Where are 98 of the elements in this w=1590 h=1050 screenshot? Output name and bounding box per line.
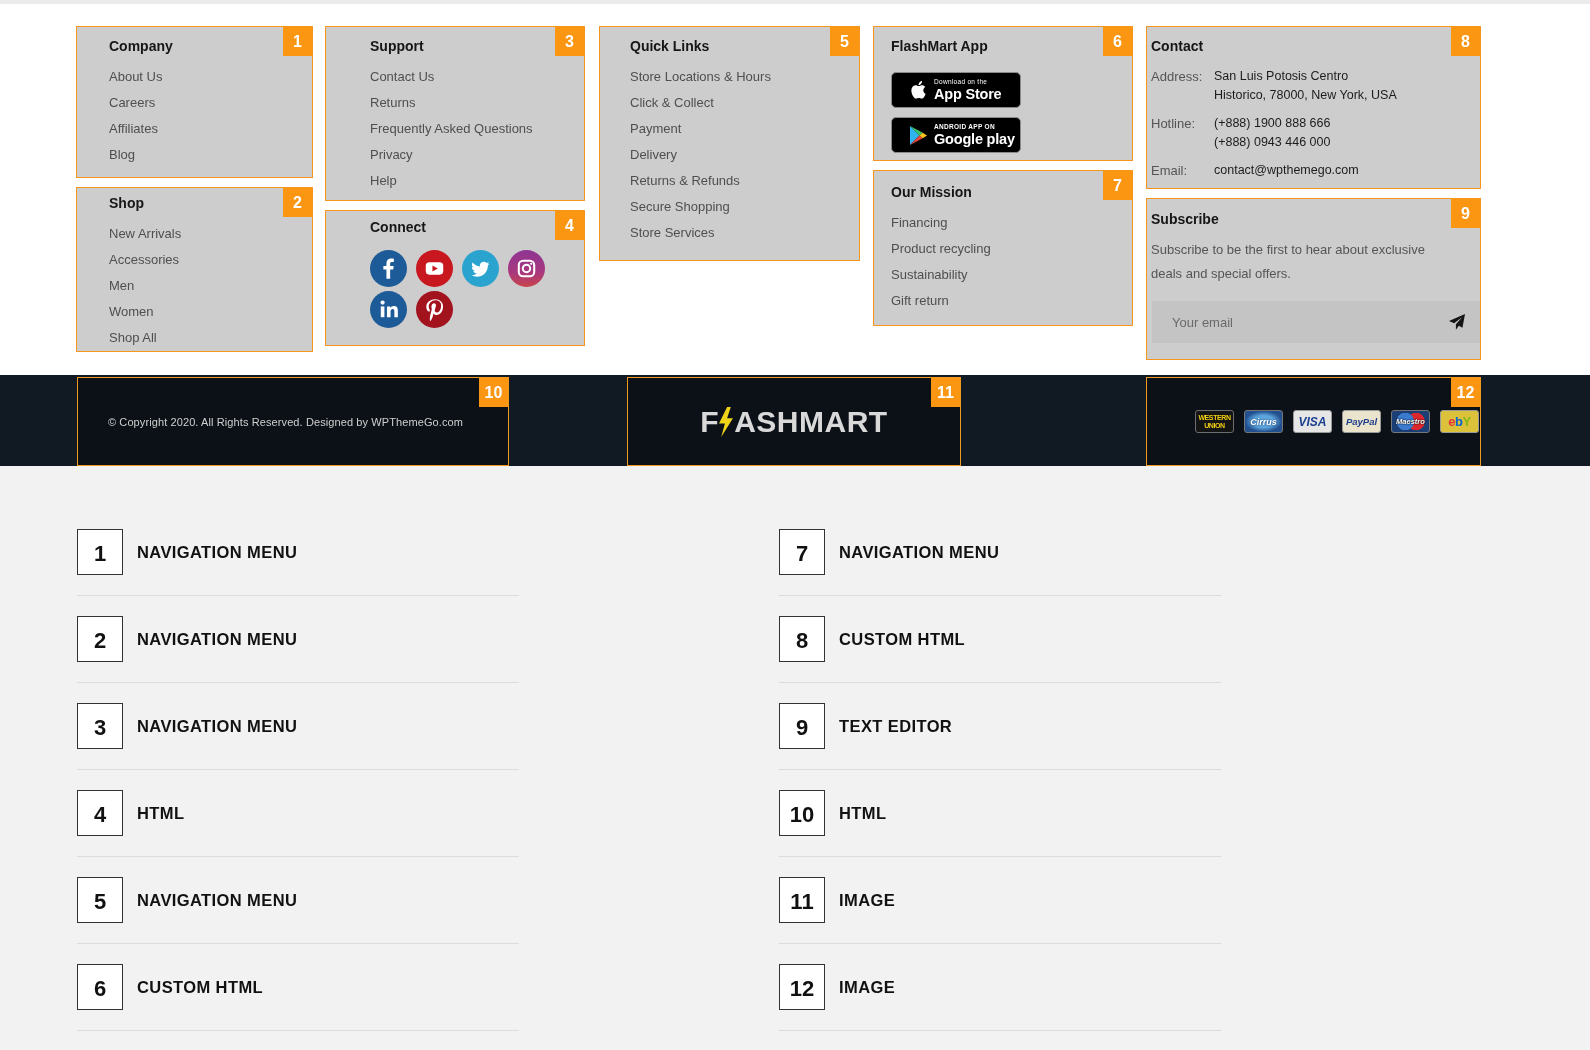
- logo-text: ASHMART: [734, 404, 888, 439]
- copyright-text: © Copyright 2020. All Rights Reserved. Designed by WPThemeGo.com: [108, 415, 464, 428]
- menu-link[interactable]: Privacy: [370, 142, 413, 168]
- menu-link[interactable]: Returns & Refunds: [630, 168, 740, 194]
- menu-link[interactable]: Careers: [109, 90, 156, 116]
- menu-link[interactable]: About Us: [109, 64, 163, 90]
- menu-link[interactable]: Affiliates: [109, 116, 158, 142]
- payment-card: VISA: [1293, 410, 1332, 433]
- contact-label: Address:: [1151, 68, 1204, 86]
- widget-type-label: HTML: [137, 803, 185, 823]
- apple-icon: [910, 80, 927, 100]
- number-tile: 8: [779, 616, 825, 662]
- number-tile: 6: [77, 964, 123, 1010]
- play-button-icon[interactable]: [416, 250, 453, 287]
- number-badge: 10: [479, 378, 508, 407]
- number-badge: 6: [1103, 27, 1132, 56]
- menu-link[interactable]: Frequently Asked Questions: [370, 116, 533, 142]
- payment-card: PayPal: [1342, 410, 1381, 433]
- menu-link[interactable]: Product recycling: [891, 236, 991, 262]
- widget-heading: Our Mission: [891, 183, 972, 202]
- widget-type-label: IMAGE: [839, 977, 896, 997]
- contact-value: (+888) 1900 888 666: [1214, 115, 1331, 132]
- number-badge: 11: [931, 378, 960, 407]
- menu-link[interactable]: Returns: [370, 90, 416, 116]
- widget-heading: Quick Links: [630, 37, 710, 56]
- widget-heading: Company: [109, 37, 173, 56]
- widget-heading: Support: [370, 37, 424, 56]
- widget-type-label: NAVIGATION MENU: [137, 629, 298, 649]
- number-badge: 3: [555, 27, 584, 56]
- widget-type-label: CUSTOM HTML: [839, 629, 965, 649]
- number-tile: 3: [77, 703, 123, 749]
- number-tile: 12: [779, 964, 825, 1010]
- menu-link[interactable]: Help: [370, 168, 397, 194]
- contact-label: Hotline:: [1151, 115, 1197, 133]
- contact-value: contact@wpthemego.com: [1214, 162, 1359, 179]
- payment-card: Cirrus: [1244, 410, 1283, 433]
- f-logo-icon[interactable]: [370, 250, 407, 287]
- number-badge: 4: [555, 211, 584, 240]
- menu-link[interactable]: Contact Us: [370, 64, 435, 90]
- widget-type-label: IMAGE: [839, 890, 896, 910]
- menu-link[interactable]: Blog: [109, 142, 136, 168]
- p-logo-icon[interactable]: [416, 291, 453, 328]
- number-tile: 2: [77, 616, 123, 662]
- contact-value: Historico, 78000, New York, USA: [1214, 87, 1397, 104]
- in-logo-icon[interactable]: [370, 291, 407, 328]
- widget-heading: Connect: [370, 218, 426, 237]
- number-badge: 8: [1451, 27, 1480, 56]
- menu-link[interactable]: Store Services: [630, 220, 715, 246]
- widget-type-label: NAVIGATION MENU: [137, 542, 298, 562]
- menu-link[interactable]: New Arrivals: [109, 221, 182, 247]
- number-badge: 12: [1451, 378, 1480, 407]
- menu-link[interactable]: Accessories: [109, 247, 180, 273]
- widget-heading: Subscribe: [1151, 210, 1219, 229]
- widget-type-label: CUSTOM HTML: [137, 977, 263, 997]
- widget-heading: Shop: [109, 194, 144, 213]
- contact-value: San Luis Potosis Centro: [1214, 68, 1349, 85]
- menu-link[interactable]: Click & Collect: [630, 90, 714, 116]
- menu-link[interactable]: Store Locations & Hours: [630, 64, 771, 90]
- bird-icon[interactable]: [462, 250, 499, 287]
- send-icon: [1449, 314, 1465, 330]
- widget-heading: FlashMart App: [891, 37, 988, 56]
- number-tile: 11: [779, 877, 825, 923]
- widget-type-label: TEXT EDITOR: [839, 716, 953, 736]
- number-tile: 5: [77, 877, 123, 923]
- menu-link[interactable]: Delivery: [630, 142, 677, 168]
- logo-text: F: [700, 404, 720, 439]
- payment-card: ebY: [1440, 410, 1479, 433]
- number-badge: 1: [283, 27, 312, 56]
- lightning-bolt-icon: [719, 406, 734, 437]
- menu-link[interactable]: Financing: [891, 210, 948, 236]
- menu-link[interactable]: Shop All: [109, 325, 157, 351]
- number-tile: 1: [77, 529, 123, 575]
- subscribe-text: Subscribe to be the first to hear about exclusive deals and special offers.: [1151, 241, 1426, 283]
- widget-type-label: NAVIGATION MENU: [137, 890, 298, 910]
- play-triangle-icon: [910, 125, 927, 145]
- widget-heading: Contact: [1151, 37, 1204, 56]
- menu-link[interactable]: Secure Shopping: [630, 194, 730, 220]
- widget-type-label: NAVIGATION MENU: [137, 716, 298, 736]
- menu-link[interactable]: Gift return: [891, 288, 949, 314]
- widget-type-label: HTML: [839, 803, 887, 823]
- contact-value: (+888) 0943 446 000: [1214, 134, 1331, 151]
- widget-type-label: NAVIGATION MENU: [839, 542, 1000, 562]
- menu-link[interactable]: Women: [109, 299, 154, 325]
- number-badge: 9: [1451, 199, 1480, 228]
- number-badge: 7: [1103, 171, 1132, 200]
- menu-link[interactable]: Payment: [630, 116, 682, 142]
- email-field[interactable]: Your email: [1152, 301, 1434, 343]
- send-button[interactable]: [1434, 301, 1480, 343]
- menu-link[interactable]: Sustainability: [891, 262, 968, 288]
- number-badge: 5: [830, 27, 859, 56]
- camera-icon[interactable]: [508, 250, 545, 287]
- contact-label: Email:: [1151, 162, 1189, 180]
- number-tile: 9: [779, 703, 825, 749]
- number-tile: 7: [779, 529, 825, 575]
- number-badge: 2: [283, 188, 312, 217]
- number-tile: 4: [77, 790, 123, 836]
- number-tile: 10: [779, 790, 825, 836]
- menu-link[interactable]: Men: [109, 273, 135, 299]
